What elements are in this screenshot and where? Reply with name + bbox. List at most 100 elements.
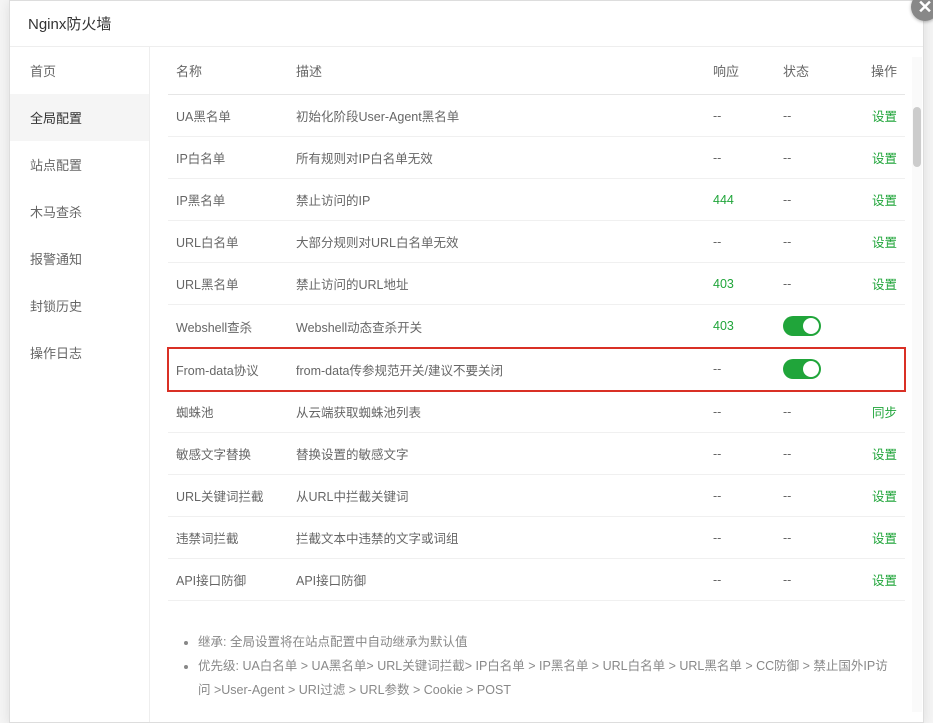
table-row: 敏感文字替换替换设置的敏感文字----设置 — [168, 433, 905, 475]
cell-name: API接口防御 — [168, 559, 288, 601]
cell-action — [845, 348, 905, 391]
sidebar: 首页 全局配置 站点配置 木马查杀 报警通知 封锁历史 操作日志 — [10, 47, 150, 722]
cell-desc: API接口防御 — [288, 559, 705, 601]
cell-desc: Webshell动态查杀开关 — [288, 305, 705, 348]
table-row: UA黑名单初始化阶段User-Agent黑名单----设置 — [168, 95, 905, 137]
cell-resp: -- — [705, 137, 775, 179]
cell-resp: -- — [705, 475, 775, 517]
cell-status: -- — [775, 95, 845, 137]
th-name: 名称 — [168, 47, 288, 95]
note-priority: 优先级: UA白名单 > UA黑名单> URL关键词拦截> IP白名单 > IP… — [198, 655, 893, 703]
sidebar-item-block-history[interactable]: 封锁历史 — [10, 282, 149, 329]
cell-status: -- — [775, 179, 845, 221]
cell-status: -- — [775, 137, 845, 179]
action-link[interactable]: 设置 — [872, 574, 897, 588]
cell-desc: 禁止访问的URL地址 — [288, 263, 705, 305]
action-link[interactable]: 设置 — [872, 448, 897, 462]
th-desc: 描述 — [288, 47, 705, 95]
modal-title: Nginx防火墙 — [10, 1, 923, 47]
cell-action: 同步 — [845, 391, 905, 433]
cell-name: URL关键词拦截 — [168, 475, 288, 517]
th-action: 操作 — [845, 47, 905, 95]
sidebar-item-alert-notify[interactable]: 报警通知 — [10, 235, 149, 282]
cell-action: 设置 — [845, 475, 905, 517]
cell-resp: -- — [705, 221, 775, 263]
cell-name: 违禁词拦截 — [168, 517, 288, 559]
table-row: IP黑名单禁止访问的IP444-- 设置 — [168, 179, 905, 221]
action-link[interactable]: 设置 — [872, 490, 897, 504]
sidebar-item-site-config[interactable]: 站点配置 — [10, 141, 149, 188]
cell-resp: -- — [705, 559, 775, 601]
table-row: From-data协议from-data传参规范开关/建议不要关闭-- — [168, 348, 905, 391]
action-link[interactable]: 设置 — [872, 278, 897, 292]
cell-desc: 从URL中拦截关键词 — [288, 475, 705, 517]
table-row: API接口防御API接口防御----设置 — [168, 559, 905, 601]
cell-action: 设置 — [845, 179, 905, 221]
cell-name: UA黑名单 — [168, 95, 288, 137]
table-row: URL白名单大部分规则对URL白名单无效----设置 — [168, 221, 905, 263]
cell-status: -- — [775, 263, 845, 305]
cell-desc: 所有规则对IP白名单无效 — [288, 137, 705, 179]
cell-desc: 禁止访问的IP — [288, 179, 705, 221]
cell-resp: 403 — [705, 305, 775, 348]
sidebar-item-trojan-scan[interactable]: 木马查杀 — [10, 188, 149, 235]
table-row: URL黑名单禁止访问的URL地址403-- 设置 — [168, 263, 905, 305]
cell-action — [845, 305, 905, 348]
cell-desc: 大部分规则对URL白名单无效 — [288, 221, 705, 263]
cell-resp: -- — [705, 95, 775, 137]
cell-resp: 444 — [705, 179, 775, 221]
cell-name: Webshell查杀 — [168, 305, 288, 348]
note-inherit: 继承: 全局设置将在站点配置中自动继承为默认值 — [198, 631, 893, 655]
cell-resp: -- — [705, 391, 775, 433]
cell-name: IP黑名单 — [168, 179, 288, 221]
action-link[interactable]: 同步 — [872, 406, 897, 420]
cell-desc: from-data传参规范开关/建议不要关闭 — [288, 348, 705, 391]
cell-status: -- — [775, 517, 845, 559]
table-row: Webshell查杀Webshell动态查杀开关403 — [168, 305, 905, 348]
cell-desc: 拦截文本中违禁的文字或词组 — [288, 517, 705, 559]
th-status: 状态 — [775, 47, 845, 95]
cell-action: 设置 — [845, 433, 905, 475]
cell-desc: 初始化阶段User-Agent黑名单 — [288, 95, 705, 137]
action-link[interactable]: 设置 — [872, 532, 897, 546]
cell-resp: 403 — [705, 263, 775, 305]
cell-status — [775, 348, 845, 391]
cell-status: -- — [775, 433, 845, 475]
cell-name: IP白名单 — [168, 137, 288, 179]
close-icon: ✕ — [917, 0, 932, 18]
cell-status: -- — [775, 391, 845, 433]
scrollbar-thumb[interactable] — [913, 107, 921, 167]
cell-resp: -- — [705, 517, 775, 559]
cell-status: -- — [775, 475, 845, 517]
cell-name: URL黑名单 — [168, 263, 288, 305]
rules-table: 名称 描述 响应 状态 操作 UA黑名单初始化阶段User-Agent黑名单--… — [168, 47, 905, 601]
th-resp: 响应 — [705, 47, 775, 95]
sidebar-item-global-config[interactable]: 全局配置 — [10, 94, 149, 141]
notes: 继承: 全局设置将在站点配置中自动继承为默认值 优先级: UA白名单 > UA黑… — [150, 601, 923, 722]
table-row: 蜘蛛池从云端获取蜘蛛池列表----同步 — [168, 391, 905, 433]
cell-action: 设置 — [845, 95, 905, 137]
action-link[interactable]: 设置 — [872, 110, 897, 124]
cell-name: URL白名单 — [168, 221, 288, 263]
cell-resp: -- — [705, 433, 775, 475]
toggle-switch[interactable] — [783, 359, 821, 379]
cell-action: 设置 — [845, 559, 905, 601]
cell-action: 设置 — [845, 137, 905, 179]
table-row: IP白名单所有规则对IP白名单无效----设置 — [168, 137, 905, 179]
nginx-firewall-modal: ✕ Nginx防火墙 首页 全局配置 站点配置 木马查杀 报警通知 封锁历史 操… — [9, 0, 924, 723]
cell-action: 设置 — [845, 517, 905, 559]
action-link[interactable]: 设置 — [872, 152, 897, 166]
cell-status: -- — [775, 221, 845, 263]
sidebar-item-home[interactable]: 首页 — [10, 47, 149, 94]
cell-name: From-data协议 — [168, 348, 288, 391]
action-link[interactable]: 设置 — [872, 194, 897, 208]
cell-status: -- — [775, 559, 845, 601]
toggle-switch[interactable] — [783, 316, 821, 336]
cell-desc: 替换设置的敏感文字 — [288, 433, 705, 475]
action-link[interactable]: 设置 — [872, 236, 897, 250]
cell-name: 蜘蛛池 — [168, 391, 288, 433]
cell-resp: -- — [705, 348, 775, 391]
cell-action: 设置 — [845, 221, 905, 263]
sidebar-item-operation-log[interactable]: 操作日志 — [10, 329, 149, 376]
content-pane: 名称 描述 响应 状态 操作 UA黑名单初始化阶段User-Agent黑名单--… — [150, 47, 923, 722]
